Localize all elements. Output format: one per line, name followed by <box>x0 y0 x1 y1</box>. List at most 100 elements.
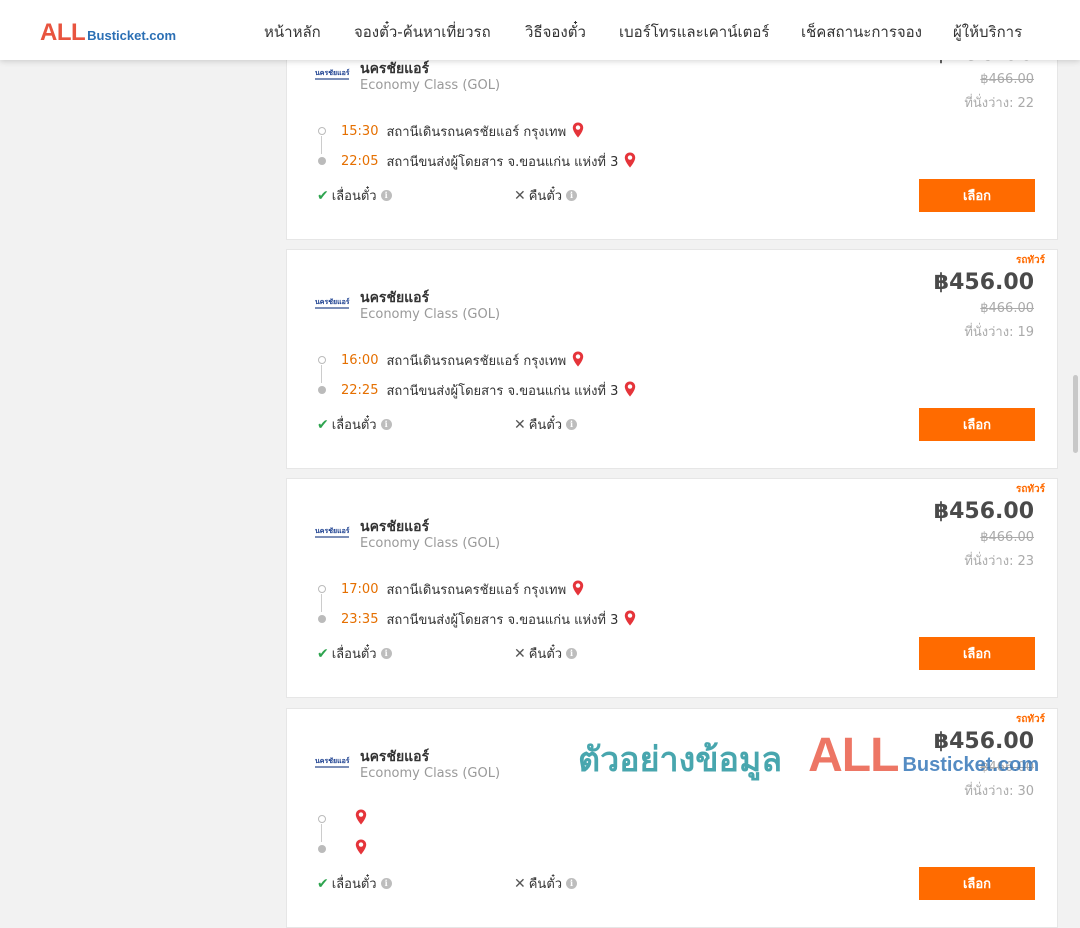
refund-ticket-feature: ✕ คืนตั๋ว i <box>514 185 578 206</box>
map-pin-icon[interactable] <box>572 580 584 600</box>
info-icon[interactable]: i <box>380 419 392 430</box>
top-header: ALL Busticket.com หน้าหลัก จองตั๋ว-ค้นหา… <box>0 0 1080 60</box>
arrive-stop: 22:05 สถานีขนส่งผู้โดยสาร จ.ขอนแก่น แห่งท… <box>341 151 636 172</box>
info-icon[interactable]: i <box>566 190 578 201</box>
trip-card: รถทัวร์ นครชัยแอร์ นครชัยแอร์ Economy Class… <box>286 478 1058 698</box>
depart-dot <box>318 356 326 364</box>
select-trip-button[interactable]: เลือก <box>919 179 1035 212</box>
nav-item-how-to-book[interactable]: วิธีจองตั๋ว <box>525 20 586 44</box>
route-line <box>321 136 322 154</box>
operator-name: นครชัยแอร์ <box>360 519 430 535</box>
map-pin-icon[interactable] <box>572 351 584 371</box>
operator-name: นครชัยแอร์ <box>360 61 430 77</box>
arrive-station: สถานีขนส่งผู้โดยสาร จ.ขอนแก่น แห่งที่ 3 <box>386 613 619 628</box>
info-icon[interactable]: i <box>566 648 578 659</box>
ticket-price: ฿456.00 <box>933 499 1034 524</box>
depart-dot <box>318 585 326 593</box>
seat-class: Economy Class (GOL) <box>360 536 501 551</box>
operator-logo: นครชัยแอร์ <box>315 298 351 314</box>
arrive-time: 22:05 <box>341 154 379 169</box>
arrive-stop: 22:25 สถานีขนส่งผู้โดยสาร จ.ขอนแก่น แห่งท… <box>341 380 636 401</box>
site-logo[interactable]: ALL Busticket.com <box>40 19 176 47</box>
bus-type-tag: รถทัวร์ <box>1015 714 1045 725</box>
seats-available: ที่นั่งว่าง: 23 <box>964 554 1034 569</box>
arrive-dot <box>318 845 326 853</box>
operator-name: นครชัยแอร์ <box>360 749 430 765</box>
seat-class: Economy Class (GOL) <box>360 766 501 781</box>
operator-name: นครชัยแอร์ <box>360 290 430 306</box>
depart-station: สถานีเดินรถนครชัยแอร์ กรุงเทพ <box>386 354 567 369</box>
logo-busticket-text: Busticket.com <box>87 28 177 43</box>
depart-dot <box>318 815 326 823</box>
route-line <box>321 824 322 842</box>
info-icon[interactable]: i <box>566 878 578 889</box>
cross-icon: ✕ <box>514 187 526 204</box>
operator-logo: นครชัยแอร์ <box>315 757 351 773</box>
ticket-price: ฿456.00 <box>933 270 1034 295</box>
depart-time: 15:30 <box>341 124 379 139</box>
ticket-price: ฿456.00 <box>933 729 1034 754</box>
arrive-time: 22:25 <box>341 383 379 398</box>
info-icon[interactable]: i <box>566 419 578 430</box>
map-pin-icon[interactable] <box>355 809 367 829</box>
trip-card: รถทัวร์ นครชัยแอร์ นครชัยแอร์ Economy Class… <box>286 249 1058 469</box>
select-trip-button[interactable]: เลือก <box>919 408 1035 441</box>
seat-class: Economy Class (GOL) <box>360 307 501 322</box>
arrive-time: 23:35 <box>341 612 379 627</box>
map-pin-icon[interactable] <box>624 610 636 630</box>
map-pin-icon[interactable] <box>355 839 367 859</box>
refund-ticket-feature: ✕ คืนตั๋ว i <box>514 643 578 664</box>
original-price: ฿466.00 <box>980 530 1034 545</box>
original-price: ฿466.00 <box>980 72 1034 87</box>
change-ticket-feature: ✔ เลื่อนตั๋ว i <box>317 643 392 664</box>
nav-item-home[interactable]: หน้าหลัก <box>264 20 321 44</box>
depart-stop: 17:00 สถานีเดินรถนครชัยแอร์ กรุงเทพ <box>341 579 584 600</box>
seats-available: ที่นั่งว่าง: 22 <box>964 96 1034 111</box>
logo-all-text: ALL <box>40 19 86 46</box>
route-line <box>321 365 322 383</box>
arrive-station: สถานีขนส่งผู้โดยสาร จ.ขอนแก่น แห่งที่ 3 <box>386 155 619 170</box>
operator-logo: นครชัยแอร์ <box>315 527 351 543</box>
cross-icon: ✕ <box>514 645 526 662</box>
arrive-stop <box>341 839 367 859</box>
depart-time: 17:00 <box>341 582 379 597</box>
info-icon[interactable]: i <box>380 878 392 889</box>
cross-icon: ✕ <box>514 416 526 433</box>
nav-item-book-search[interactable]: จองตั๋ว-ค้นหาเที่ยวรถ <box>354 20 491 44</box>
depart-stop: 15:30 สถานีเดินรถนครชัยแอร์ กรุงเทพ <box>341 121 584 142</box>
nav-item-operators[interactable]: ผู้ให้บริการ <box>953 20 1022 44</box>
arrive-dot <box>318 386 326 394</box>
cross-icon: ✕ <box>514 875 526 892</box>
arrive-stop: 23:35 สถานีขนส่งผู้โดยสาร จ.ขอนแก่น แห่งท… <box>341 609 636 630</box>
page-scrollbar[interactable] <box>1073 375 1078 453</box>
change-ticket-feature: ✔ เลื่อนตั๋ว i <box>317 414 392 435</box>
info-icon[interactable]: i <box>380 190 392 201</box>
original-price: ฿466.00 <box>980 760 1034 775</box>
depart-time: 16:00 <box>341 353 379 368</box>
select-trip-button[interactable]: เลือก <box>919 637 1035 670</box>
map-pin-icon[interactable] <box>624 381 636 401</box>
check-icon: ✔ <box>317 645 329 662</box>
seats-available: ที่นั่งว่าง: 19 <box>964 325 1034 340</box>
map-pin-icon[interactable] <box>572 122 584 142</box>
seats-available: ที่นั่งว่าง: 30 <box>964 784 1034 799</box>
map-pin-icon[interactable] <box>624 152 636 172</box>
select-trip-button[interactable]: เลือก <box>919 867 1035 900</box>
depart-stop: 16:00 สถานีเดินรถนครชัยแอร์ กรุงเทพ <box>341 350 584 371</box>
depart-stop <box>341 809 367 829</box>
nav-item-contact-counters[interactable]: เบอร์โทรและเคาน์เตอร์ <box>619 20 769 44</box>
bus-type-tag: รถทัวร์ <box>1015 484 1045 495</box>
arrive-station: สถานีขนส่งผู้โดยสาร จ.ขอนแก่น แห่งที่ 3 <box>386 384 619 399</box>
trip-card: รถทัวร์ นครชัยแอร์ นครชัยแอร์ Economy Class… <box>286 708 1058 928</box>
check-icon: ✔ <box>317 875 329 892</box>
info-icon[interactable]: i <box>380 648 392 659</box>
change-ticket-feature: ✔ เลื่อนตั๋ว i <box>317 185 392 206</box>
refund-ticket-feature: ✕ คืนตั๋ว i <box>514 414 578 435</box>
arrive-dot <box>318 157 326 165</box>
arrive-dot <box>318 615 326 623</box>
seat-class: Economy Class (GOL) <box>360 78 501 93</box>
bus-type-tag: รถทัวร์ <box>1015 255 1045 266</box>
check-icon: ✔ <box>317 187 329 204</box>
nav-item-booking-status[interactable]: เช็คสถานะการจอง <box>801 20 922 44</box>
change-ticket-feature: ✔ เลื่อนตั๋ว i <box>317 873 392 894</box>
